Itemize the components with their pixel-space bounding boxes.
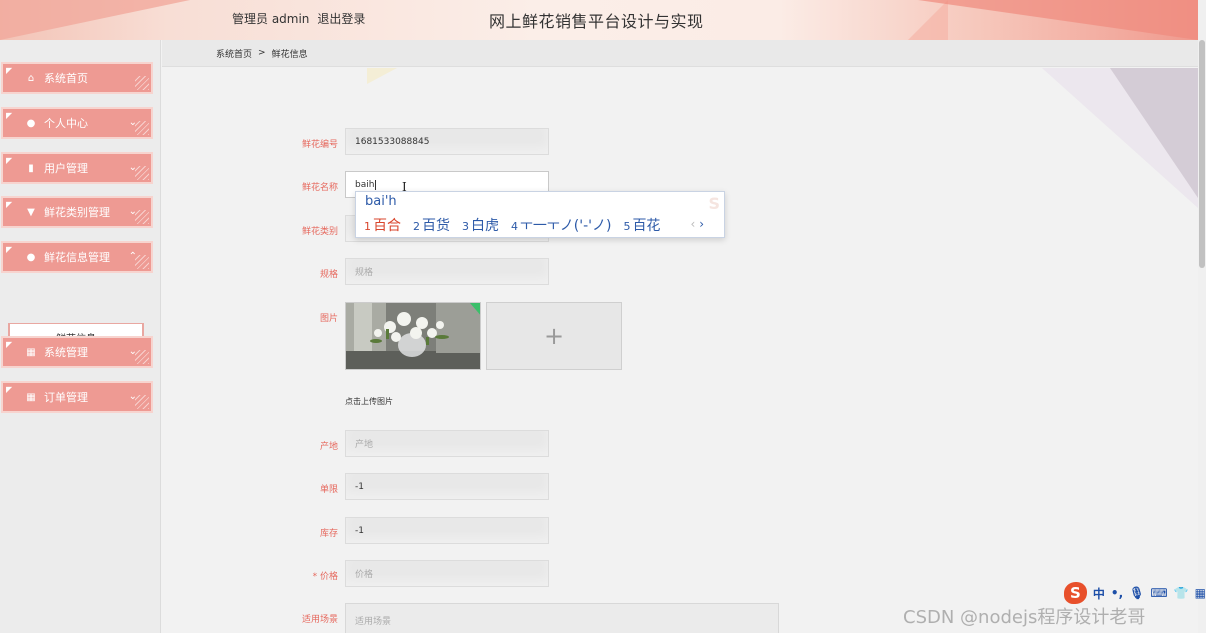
origin-label: 产地: [319, 442, 338, 452]
breadcrumb-separator: >: [258, 48, 266, 58]
sidebar-item-order-management[interactable]: ◤ ▦ 订单管理 ⌄: [1, 381, 153, 413]
price-label-wrap: * 价格: [218, 569, 338, 582]
ime-candidate[interactable]: 1 百合: [364, 215, 401, 235]
logout-link[interactable]: 退出登录: [317, 10, 365, 27]
corner-mark-icon: ◤: [6, 200, 13, 209]
scene-label: 适用场景: [301, 615, 338, 625]
page-scrollbar[interactable]: [1198, 0, 1206, 633]
corner-mark-icon: ◤: [6, 111, 13, 120]
spec-label: 规格: [319, 270, 338, 280]
breadcrumb-home[interactable]: 系统首页: [216, 47, 252, 60]
admin-label: 管理员 admin: [232, 12, 310, 26]
chinese-mode-toggle[interactable]: 中: [1093, 585, 1105, 602]
flower-name-value: baih: [355, 179, 375, 190]
background-decoration: [367, 68, 397, 84]
sidebar: ◤ ⌂ 系统首页 ◤ ● 个人中心 ⌄ ◤ ▮ 用户管理 ⌄ ◤ ▼ 鲜花类别管…: [0, 40, 161, 633]
corner-mark-icon: ◤: [6, 340, 13, 349]
breadcrumb-current: 鲜花信息: [271, 49, 308, 60]
corner-mark-icon: ◤: [6, 385, 13, 394]
origin-field[interactable]: 产地: [345, 430, 549, 457]
price-field[interactable]: 价格: [345, 560, 549, 587]
ime-composition: bai'h: [365, 194, 397, 209]
app-title: 网上鲜花销售平台设计与实现: [489, 12, 704, 31]
sidebar-item-label: 鲜花类别管理: [44, 206, 110, 219]
uploaded-image-thumbnail[interactable]: [345, 302, 481, 370]
ime-candidate[interactable]: 4 ㅜ一ㅜノ('-'ノ): [511, 215, 611, 235]
flower-photo: [346, 303, 480, 369]
ime-page-nav: ‹ ›: [691, 217, 704, 231]
stripe-decoration: [135, 210, 149, 224]
toolbox-icon[interactable]: ▦: [1195, 586, 1206, 600]
stripe-decoration: [135, 350, 149, 364]
breadcrumb: 系统首页 > 鲜花信息: [162, 40, 1198, 67]
flower-no-label: 鲜花编号: [301, 140, 338, 150]
limit-field[interactable]: -1: [345, 473, 549, 500]
sidebar-item-label: 系统首页: [44, 72, 88, 85]
stock-label: 库存: [319, 529, 338, 539]
home-icon: ⌂: [27, 72, 35, 84]
ime-candidate[interactable]: 3 白虎: [462, 215, 499, 235]
flower-name-label: 鲜花名称: [301, 183, 338, 193]
spec-field[interactable]: 规格: [345, 258, 549, 285]
corner-mark-icon: ◤: [6, 245, 13, 254]
text-caret: [375, 179, 377, 190]
ime-prev-button[interactable]: ‹: [691, 217, 696, 231]
sidebar-item-label: 订单管理: [44, 391, 88, 404]
shield-icon: ▼: [27, 206, 35, 218]
stripe-decoration: [135, 166, 149, 180]
sidebar-item-category-management[interactable]: ◤ ▼ 鲜花类别管理 ⌄: [1, 196, 153, 228]
scene-textarea[interactable]: 适用场景: [345, 603, 779, 633]
ime-candidate-window: bai'h S 1 百合 2 百货 3 白虎 4 ㅜ一ㅜノ('-'ノ) 5 百花 ‹ ›: [355, 191, 725, 238]
sidebar-item-label: 鲜花信息管理: [44, 251, 110, 264]
plus-icon: +: [543, 322, 565, 350]
header-user-area: 管理员 admin 退出登录: [232, 10, 365, 27]
microphone-icon[interactable]: 🎙: [1129, 586, 1144, 600]
stripe-decoration: [135, 395, 149, 409]
image-label: 图片: [319, 314, 338, 324]
upload-hint: 点击上传图片: [345, 397, 393, 406]
top-header: 管理员 admin 退出登录 网上鲜花销售平台设计与实现: [0, 0, 1198, 40]
corner-mark-icon: ◤: [6, 156, 13, 165]
ime-next-button[interactable]: ›: [699, 217, 704, 231]
required-mark: *: [312, 572, 318, 582]
ime-candidate-list: 1 百合 2 百货 3 白虎 4 ㅜ一ㅜノ('-'ノ) 5 百花: [364, 215, 660, 235]
corner-mark-icon: ◤: [6, 66, 13, 75]
sidebar-item-flower-info-management[interactable]: ◤ ● 鲜花信息管理 ⌃: [1, 241, 153, 273]
sidebar-item-label: 个人中心: [44, 117, 88, 130]
flower-no-field[interactable]: 1681533088845: [345, 128, 549, 155]
grid-icon: ▦: [26, 346, 36, 358]
ime-candidate[interactable]: 5 百花: [623, 215, 660, 235]
stripe-decoration: [135, 76, 149, 90]
sidebar-item-system-management[interactable]: ◤ ▦ 系统管理 ⌄: [1, 336, 153, 368]
sidebar-item-personal-center[interactable]: ◤ ● 个人中心 ⌄: [1, 107, 153, 139]
skin-icon[interactable]: 👕: [1174, 586, 1189, 600]
sidebar-item-user-management[interactable]: ◤ ▮ 用户管理 ⌄: [1, 152, 153, 184]
sidebar-item-label: 系统管理: [44, 346, 88, 359]
keyboard-icon[interactable]: ⌨: [1150, 586, 1167, 600]
image-upload-button[interactable]: +: [486, 302, 622, 370]
chart-icon: ▮: [28, 162, 34, 174]
punctuation-icon[interactable]: •,: [1111, 586, 1123, 600]
limit-label: 单限: [319, 485, 338, 495]
header-decoration: [0, 0, 190, 40]
person-icon: ●: [26, 117, 36, 129]
person-icon: ●: [26, 251, 36, 263]
sidebar-item-home[interactable]: ◤ ⌂ 系统首页: [1, 62, 153, 94]
sogou-logo-icon: S: [708, 194, 720, 213]
stock-field[interactable]: -1: [345, 517, 549, 544]
background-decoration: [1110, 68, 1198, 198]
watermark: CSDN @nodejs程序设计老哥: [903, 607, 1146, 628]
header-decoration: [918, 0, 1198, 40]
flower-category-label: 鲜花类别: [301, 227, 338, 237]
stripe-decoration: [135, 255, 149, 269]
ime-toolbar: S 中 •, 🎙 ⌨ 👕 ▦: [1062, 582, 1206, 604]
sidebar-item-label: 用户管理: [44, 162, 88, 175]
stripe-decoration: [135, 121, 149, 135]
grid-icon: ▦: [26, 391, 36, 403]
sogou-logo-icon[interactable]: S: [1064, 582, 1087, 604]
scrollbar-thumb[interactable]: [1199, 40, 1205, 268]
ime-candidate[interactable]: 2 百货: [413, 215, 450, 235]
price-label: 价格: [319, 572, 338, 582]
main-content: [162, 68, 1198, 633]
